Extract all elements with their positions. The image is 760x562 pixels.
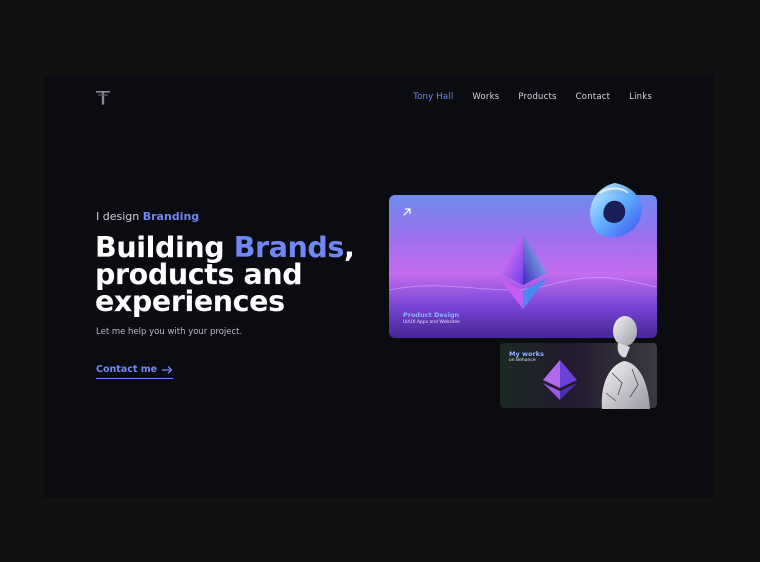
hero-eyebrow: I design Branding — [96, 210, 199, 223]
my-works-title: My works — [509, 350, 544, 358]
marble-bust-image — [601, 316, 650, 409]
product-design-title: Product Design — [403, 311, 460, 319]
nav-item-works[interactable]: Works — [472, 92, 499, 102]
eyebrow-prefix: I design — [96, 210, 140, 223]
product-design-subtitle: UI/UX Apps and Websites — [403, 320, 460, 325]
glass-torus-image — [590, 183, 642, 238]
small-crystal-icon — [543, 360, 577, 400]
nav-item-links[interactable]: Links — [629, 92, 652, 102]
nav-item-contact[interactable]: Contact — [576, 92, 610, 102]
hero-headline: Building Brands, products and experience… — [95, 231, 355, 318]
cta-label: Contact me — [96, 364, 158, 375]
nav-item-products[interactable]: Products — [518, 92, 556, 102]
ethereum-crystal-icon — [499, 235, 547, 309]
t-logo-icon[interactable] — [96, 91, 110, 105]
eyebrow-highlight: Branding — [142, 210, 200, 223]
arrow-up-right-icon — [403, 208, 411, 216]
main-nav: Tony Hall Works Products Contact Links — [413, 92, 652, 102]
headline-line3: experiences — [95, 285, 285, 318]
arrow-right-icon — [162, 365, 173, 374]
landing-page: Tony Hall Works Products Contact Links I… — [44, 75, 714, 498]
nav-item-tony-hall[interactable]: Tony Hall — [413, 92, 453, 102]
contact-me-button[interactable]: Contact me — [96, 364, 174, 379]
headline-part2: , — [344, 231, 355, 264]
hero-subtitle: Let me help you with your project. — [96, 327, 243, 337]
my-works-subtitle: on Behance — [509, 358, 536, 363]
